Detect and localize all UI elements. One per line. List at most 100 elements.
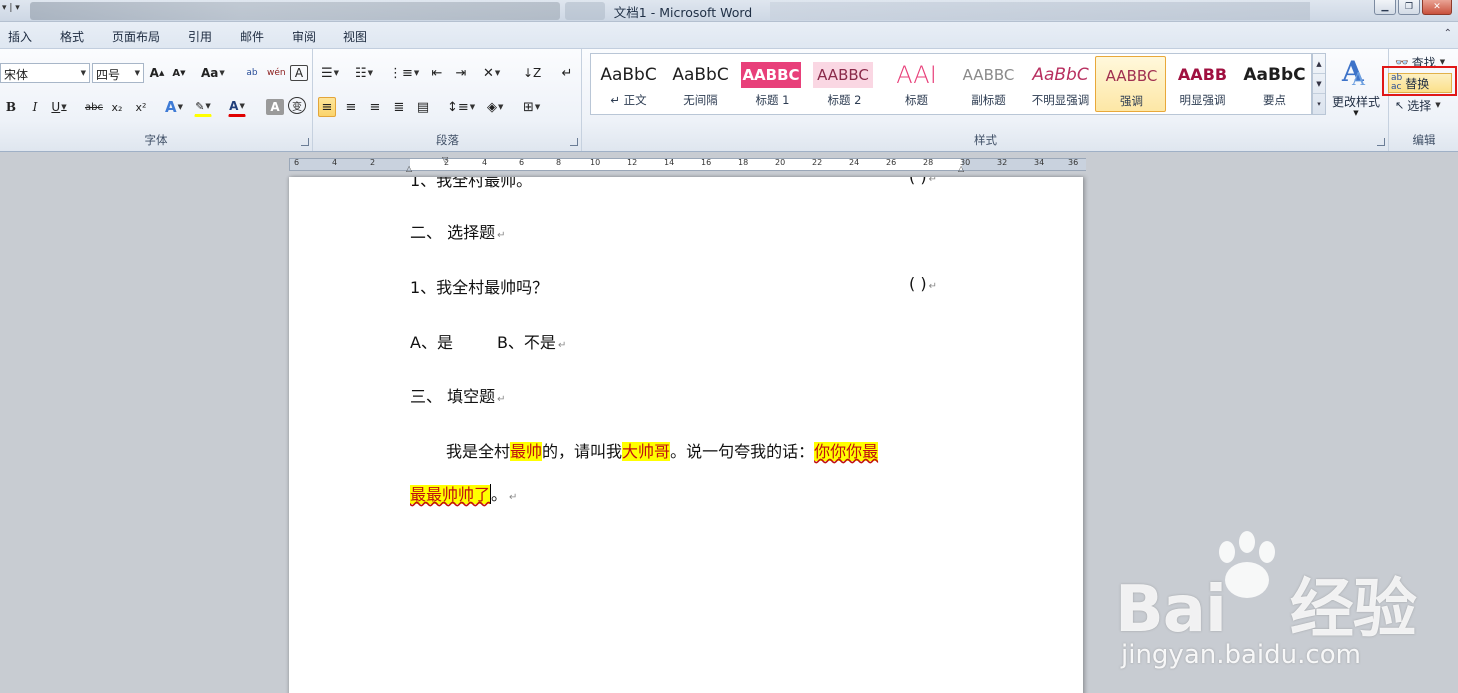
annotation-highlight-box bbox=[1382, 66, 1457, 96]
hanging-indent-marker-icon[interactable]: △ bbox=[406, 164, 412, 173]
paragraph-group-label: 段落 bbox=[436, 133, 459, 147]
show-marks-button[interactable]: ↵ bbox=[558, 63, 576, 83]
doc-heading-fill[interactable]: 三、 填空题 ↵ bbox=[410, 383, 505, 407]
style-title[interactable]: AAI 标题 bbox=[881, 56, 952, 112]
restore-icon[interactable]: ❐ bbox=[1398, 0, 1420, 15]
gallery-more-icon[interactable]: ▾ bbox=[1313, 94, 1325, 114]
enclose-characters-button[interactable]: 变 bbox=[288, 97, 306, 114]
multilevel-list-button[interactable]: ⋮≡ ▼ bbox=[388, 63, 420, 83]
tab-page-layout[interactable]: 页面布局 bbox=[112, 28, 160, 45]
dialog-launcher-icon[interactable] bbox=[301, 138, 309, 146]
decrease-indent-button[interactable]: ⇤ bbox=[428, 63, 446, 83]
tab-mailings[interactable]: 邮件 bbox=[240, 28, 264, 45]
borders-button[interactable]: ⊞ ▼ bbox=[522, 97, 541, 117]
scroll-down-icon[interactable]: ▼ bbox=[1313, 74, 1325, 94]
ruler-number: 18 bbox=[738, 158, 749, 167]
distributed-button[interactable]: ▤ bbox=[414, 97, 432, 117]
character-border-button[interactable]: A bbox=[290, 65, 308, 81]
bold-button[interactable]: B bbox=[2, 97, 20, 117]
increase-indent-button[interactable]: ⇥ bbox=[452, 63, 470, 83]
align-left-button[interactable]: ≡ bbox=[318, 97, 336, 117]
editing-group-label: 编辑 bbox=[1412, 133, 1436, 147]
tab-references[interactable]: 引用 bbox=[188, 28, 212, 45]
style-sample: AaBbC bbox=[1243, 65, 1306, 85]
collapse-ribbon-icon[interactable]: ⌃ bbox=[1444, 28, 1452, 39]
style-sample: AAI bbox=[896, 62, 937, 88]
ruler-left-margin bbox=[290, 159, 410, 170]
subscript-button[interactable]: x₂ bbox=[108, 97, 126, 117]
doc-text: 。说一句夸我的话： bbox=[670, 442, 815, 461]
style-heading-2[interactable]: AABBC 标题 2 bbox=[809, 56, 880, 112]
doc-text: 三、 填空题 bbox=[410, 387, 496, 406]
text-effects-button[interactable]: A ▼ bbox=[164, 97, 184, 117]
highlight-color-button[interactable]: ✎ ▼ bbox=[194, 97, 212, 117]
character-shading-button[interactable]: A bbox=[266, 99, 284, 115]
superscript-button[interactable]: x² bbox=[132, 97, 150, 117]
underline-button[interactable]: U ▼ bbox=[50, 97, 68, 117]
clear-format-button[interactable]: ab bbox=[243, 63, 261, 83]
close-icon[interactable]: ✕ bbox=[1422, 0, 1452, 15]
document-page[interactable]: 1、我全村最帅。 ( )↵ 二、 选择题↵ 1、我全村最帅吗？ ( )↵ A、是… bbox=[289, 177, 1083, 693]
gallery-scroll[interactable]: ▲ ▼ ▾ bbox=[1312, 53, 1326, 115]
font-color-button[interactable]: A ▼ bbox=[228, 97, 246, 117]
italic-button[interactable]: I bbox=[26, 97, 44, 117]
numbering-button[interactable]: ☷ ▼ bbox=[354, 63, 374, 83]
phonetic-guide-button[interactable]: wén bbox=[266, 63, 287, 83]
paragraph-group: ☰ ▼ ☷ ▼ ⋮≡ ▼ ⇤ ⇥ ✕ ▼ ↓Z ↵ ≡ ≡ ≡ ≣ ▤ ↕≡ ▼ ◈ ▼ ⊞… bbox=[314, 49, 582, 151]
font-size-combo[interactable]: 四号 ▼ bbox=[92, 63, 144, 83]
doc-heading-choice[interactable]: 二、 选择题 ↵ bbox=[410, 219, 505, 243]
underline-label: U bbox=[51, 100, 61, 114]
justify-button[interactable]: ≣ bbox=[390, 97, 408, 117]
style-heading-1[interactable]: AABBC 标题 1 bbox=[737, 56, 808, 112]
doc-paragraph-line-2[interactable]: 最最帅帅了。 ↵ bbox=[410, 481, 517, 505]
horizontal-ruler[interactable]: 6 4 2 2 4 6 8 10 12 14 16 18 20 22 24 26… bbox=[289, 155, 1086, 173]
tab-view[interactable]: 视图 bbox=[343, 28, 367, 45]
strikethrough-button[interactable]: abc bbox=[84, 97, 104, 117]
doc-line-cut[interactable]: 1、我全村最帅。 bbox=[410, 177, 532, 191]
style-name: ↵ 正文 bbox=[610, 93, 647, 107]
ruler-number: 24 bbox=[849, 158, 860, 167]
style-name: 强调 bbox=[1120, 94, 1143, 108]
select-button[interactable]: ↖ 选择 ▼ bbox=[1393, 95, 1455, 115]
doc-options[interactable]: A、是 B、不是 ↵ bbox=[410, 329, 566, 353]
doc-text: B、不是 bbox=[496, 333, 556, 352]
change-case-button[interactable]: Aa ▼ bbox=[200, 63, 226, 83]
bullets-button[interactable]: ☰ ▼ bbox=[320, 63, 340, 83]
align-center-button[interactable]: ≡ bbox=[342, 97, 360, 117]
style-subtle-emphasis[interactable]: AaBbC 不明显强调 bbox=[1025, 56, 1096, 112]
style-intense-emphasis[interactable]: AABB 明显强调 bbox=[1167, 56, 1238, 112]
shading-button[interactable]: ◈ ▼ bbox=[486, 97, 504, 117]
ruler-number: 2 bbox=[370, 158, 376, 167]
asian-layout-button[interactable]: ✕ ▼ bbox=[482, 63, 501, 83]
dialog-launcher-icon[interactable] bbox=[570, 138, 578, 146]
scroll-up-icon[interactable]: ▲ bbox=[1313, 54, 1325, 74]
style-subtitle[interactable]: AABBC 副标题 bbox=[953, 56, 1024, 112]
style-emphasis[interactable]: AABBC 强调 bbox=[1095, 56, 1166, 112]
ruler-number: 4 bbox=[482, 158, 488, 167]
grow-font-button[interactable]: A ▲ bbox=[148, 63, 166, 83]
style-sample: AABB bbox=[1177, 65, 1228, 84]
style-name: 要点 bbox=[1263, 93, 1286, 107]
style-strong[interactable]: AaBbC 要点 bbox=[1239, 56, 1310, 112]
style-normal[interactable]: AaBbC ↵ 正文 bbox=[593, 56, 664, 112]
tab-format[interactable]: 格式 bbox=[60, 28, 84, 45]
dialog-launcher-icon[interactable] bbox=[1377, 138, 1385, 146]
change-styles-button[interactable]: A A 更改样式 ▼ bbox=[1330, 53, 1382, 133]
doc-question-1[interactable]: 1、我全村最帅吗？ bbox=[410, 274, 548, 298]
style-no-spacing[interactable]: AaBbC 无间隔 bbox=[665, 56, 736, 112]
tab-review[interactable]: 审阅 bbox=[292, 28, 316, 45]
tab-insert[interactable]: 插入 bbox=[8, 28, 32, 45]
minimize-icon[interactable]: ▁ bbox=[1374, 0, 1396, 15]
shrink-font-button[interactable]: A ▼ bbox=[170, 63, 188, 83]
font-name-combo[interactable]: 宋体 ▼ bbox=[0, 63, 90, 83]
highlighted-text: 你你你最 bbox=[814, 442, 879, 461]
doc-paragraph-line-1[interactable]: 我是全村最帅的，请叫我大帅哥。说一句夸我的话：你你你最 bbox=[446, 438, 879, 462]
first-line-indent-marker-icon[interactable]: ▽ bbox=[442, 155, 448, 164]
line-spacing-button[interactable]: ↕≡ ▼ bbox=[446, 97, 476, 117]
baidu-jingyan-watermark: Bai 经验 jingyan.baidu.com bbox=[1115, 530, 1455, 690]
grow-font-label: A bbox=[149, 66, 159, 80]
style-name: 标题 bbox=[905, 93, 928, 107]
right-indent-marker-icon[interactable]: △ bbox=[958, 164, 964, 173]
align-right-button[interactable]: ≡ bbox=[366, 97, 384, 117]
sort-button[interactable]: ↓Z bbox=[522, 63, 542, 83]
